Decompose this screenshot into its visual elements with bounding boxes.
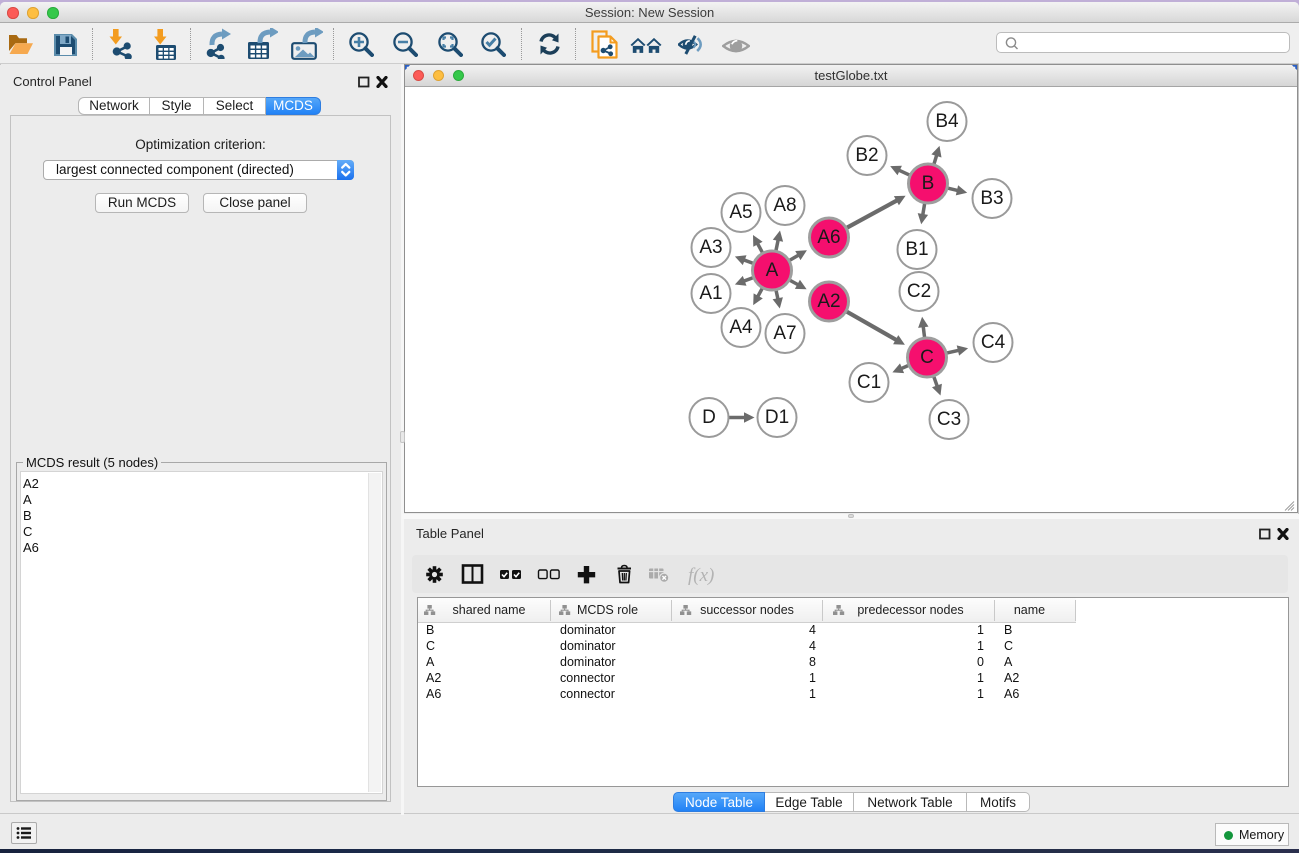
svg-text:A3: A3 [699, 237, 722, 258]
svg-text:B2: B2 [855, 145, 878, 166]
svg-text:B3: B3 [980, 188, 1003, 209]
svg-text:A: A [766, 260, 779, 281]
svg-text:C2: C2 [907, 281, 931, 302]
svg-text:C4: C4 [981, 332, 1006, 353]
svg-text:A1: A1 [699, 283, 722, 304]
svg-text:A8: A8 [773, 195, 796, 216]
svg-text:D1: D1 [765, 407, 789, 428]
svg-text:B1: B1 [905, 239, 928, 260]
svg-text:B: B [922, 173, 935, 194]
svg-text:B4: B4 [935, 111, 959, 132]
svg-text:C: C [920, 347, 934, 368]
svg-text:D: D [702, 407, 716, 428]
svg-text:A7: A7 [773, 323, 796, 344]
svg-text:C1: C1 [857, 372, 881, 393]
svg-text:f(x): f(x) [688, 565, 714, 586]
svg-text:A5: A5 [729, 202, 752, 223]
svg-text:A4: A4 [729, 317, 753, 338]
svg-text:C3: C3 [937, 409, 961, 430]
svg-text:A2: A2 [817, 291, 840, 312]
svg-text:A6: A6 [817, 227, 840, 248]
